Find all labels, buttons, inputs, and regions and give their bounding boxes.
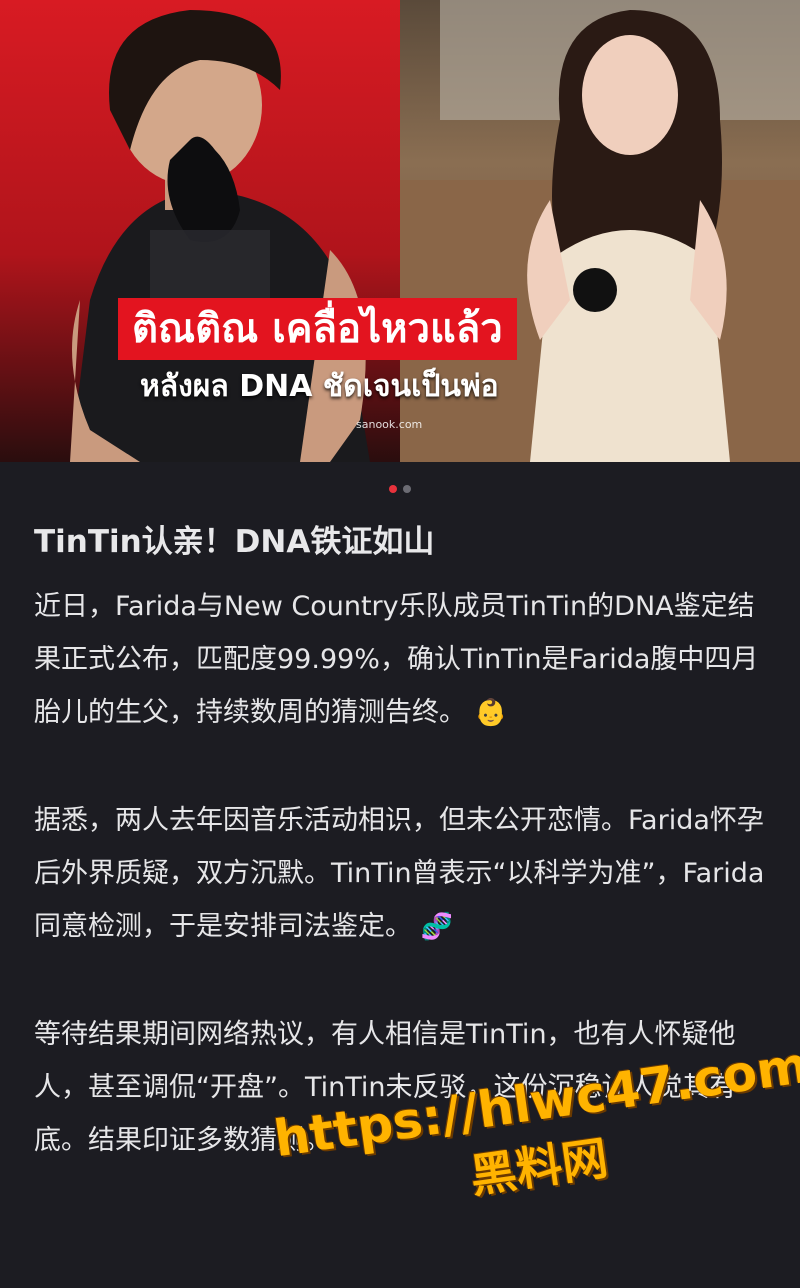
paragraph-text: 据悉，两人去年因音乐活动相识，但未公开恋情。Farida怀孕后外界质疑，双方沉默… bbox=[34, 805, 765, 942]
carousel-dot-active[interactable] bbox=[389, 485, 397, 493]
hero-source-watermark: sanook.com bbox=[356, 418, 423, 431]
article-paragraph: 近日，Farida与New Country乐队成员TinTin的DNA鉴定结果正… bbox=[34, 580, 774, 740]
article-paragraph: 据悉，两人去年因音乐活动相识，但未公开恋情。Farida怀孕后外界质疑，双方沉默… bbox=[34, 794, 774, 954]
dna-icon: 🧬 bbox=[420, 912, 453, 942]
article-title: TinTin认亲！DNA铁证如山 bbox=[34, 524, 435, 560]
carousel-dot[interactable] bbox=[403, 485, 411, 493]
paragraph-text: 近日，Farida与New Country乐队成员TinTin的DNA鉴定结果正… bbox=[34, 591, 759, 728]
hero-caption-subheadline: หลังผล DNA ชัดเจนเป็นพ่อ bbox=[140, 369, 499, 404]
baby-icon: 👶 bbox=[474, 698, 507, 728]
carousel-pagination[interactable] bbox=[0, 478, 800, 497]
article-image-carousel[interactable]: ติณติณ เคลื่อไหวแล้ว หลังผล DNA ชัดเจนเป… bbox=[0, 0, 800, 462]
hero-caption-headline: ติณติณ เคลื่อไหวแล้ว bbox=[118, 298, 517, 360]
